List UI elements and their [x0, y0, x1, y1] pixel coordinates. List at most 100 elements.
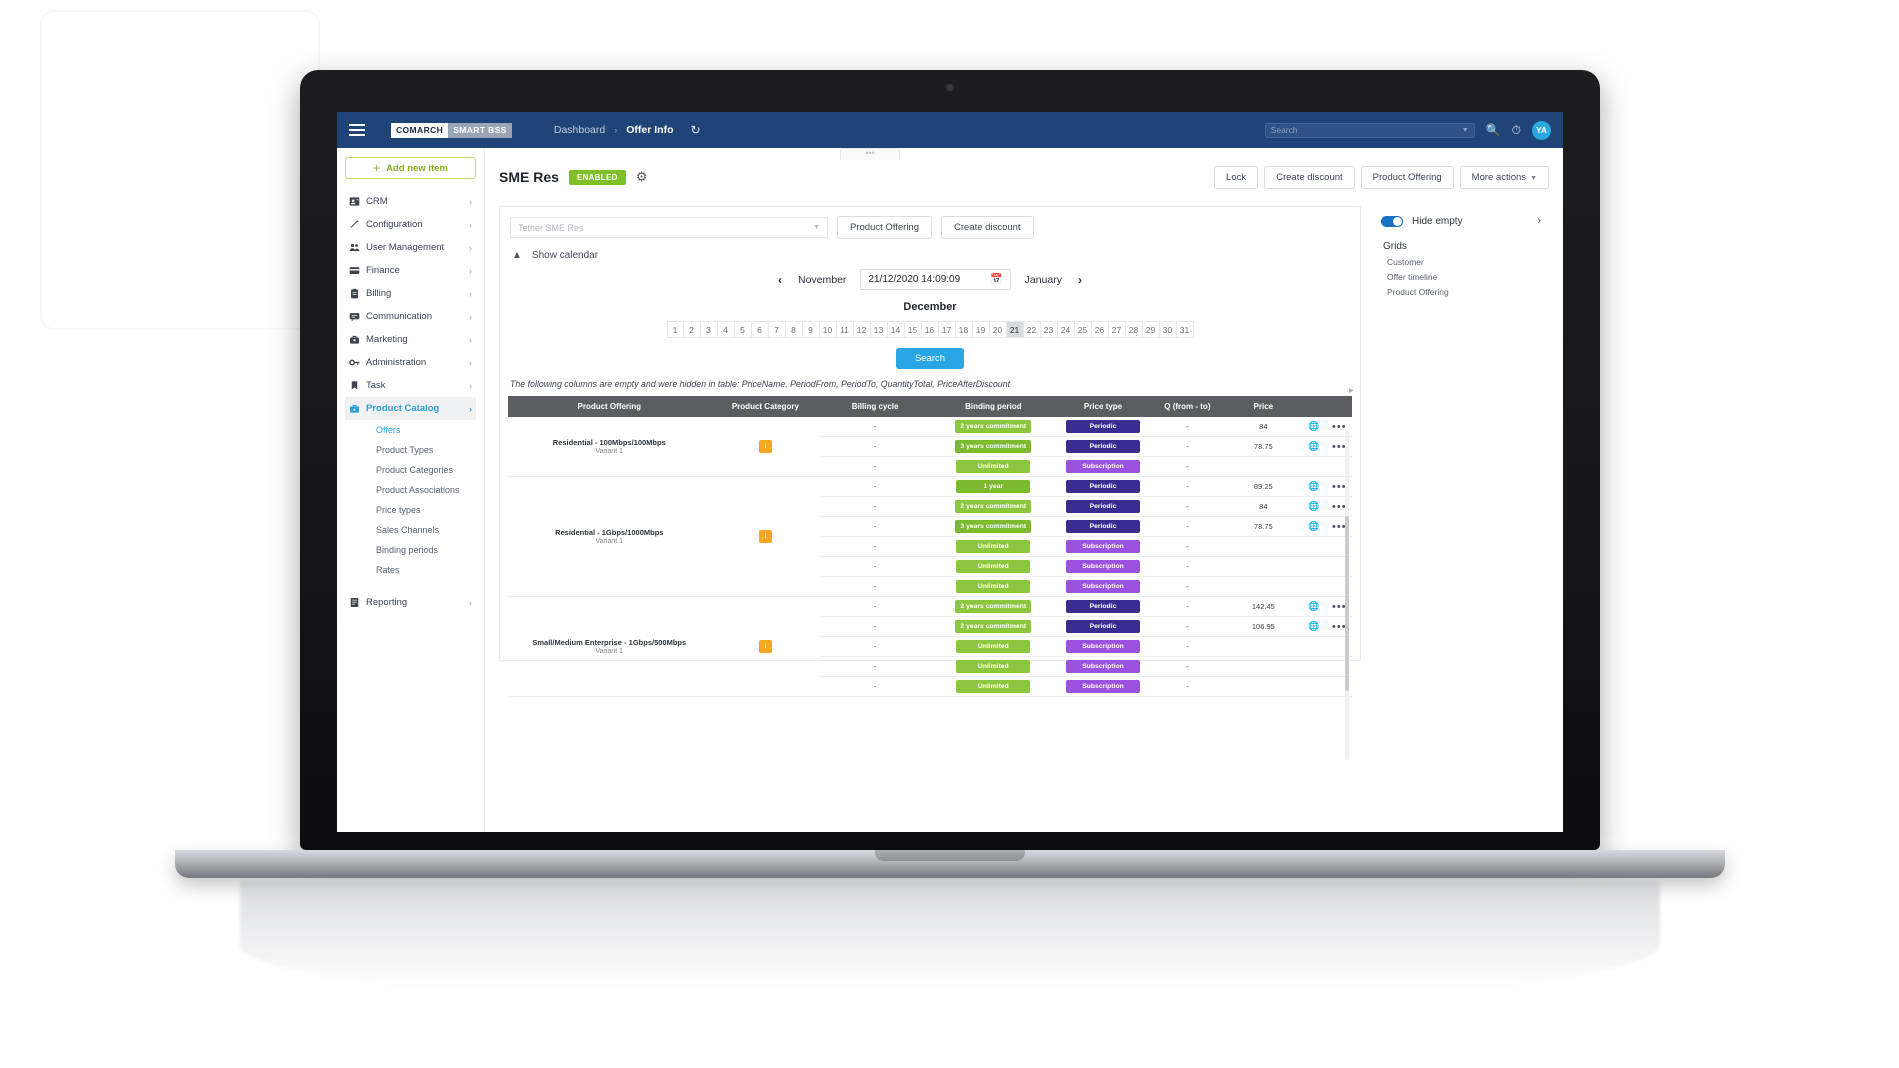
globe-icon[interactable]: 🌐	[1308, 421, 1319, 431]
calendar-day[interactable]: 24	[1057, 321, 1075, 338]
menu-toggle-icon[interactable]	[349, 124, 365, 136]
calendar-day[interactable]: 4	[717, 321, 735, 338]
table-row[interactable]: Residential - 1Gbps/1000Mbps Variant 1 i - 1…	[508, 476, 1352, 597]
calendar-day[interactable]: 20	[989, 321, 1007, 338]
calendar-day[interactable]: 18	[955, 321, 973, 338]
next-month-label[interactable]: January	[1016, 274, 1071, 286]
chevron-right-icon[interactable]: ›	[1537, 215, 1541, 227]
lock-button[interactable]: Lock	[1214, 165, 1259, 189]
sidebar-item-crm[interactable]: CRM ›	[345, 190, 476, 213]
sidebar-subitem-binding-periods[interactable]: Binding periods	[345, 540, 476, 560]
grid-link-offer-timeline[interactable]: Offer timeline	[1373, 267, 1549, 282]
sidebar-subitem-sales-channels[interactable]: Sales Channels	[345, 520, 476, 540]
sidebar-item-marketing[interactable]: Marketing ›	[345, 328, 476, 351]
grid-column-header[interactable]: Q (from - to)	[1149, 396, 1226, 417]
table-row[interactable]: Small/Medium Enterprise - 1Gbps/500Mbps V…	[508, 596, 1352, 697]
sidebar-subitem-product-types[interactable]: Product Types	[345, 440, 476, 460]
panel-product-offering-button[interactable]: Product Offering	[837, 216, 933, 239]
sidebar-item-configuration[interactable]: Configuration ›	[345, 213, 476, 236]
grid-column-header[interactable]: Billing cycle	[820, 396, 930, 417]
calendar-day[interactable]: 21	[1006, 321, 1024, 338]
product-offering-button[interactable]: Product Offering	[1360, 165, 1454, 189]
grid-column-header[interactable]: Product Offering	[508, 396, 711, 417]
calendar-day[interactable]: 17	[938, 321, 956, 338]
show-calendar-toggle[interactable]: ▲ Show calendar	[500, 239, 1360, 261]
calendar-day[interactable]: 3	[700, 321, 718, 338]
add-new-item-button[interactable]: + Add new item	[345, 157, 476, 179]
calendar-day[interactable]: 10	[819, 321, 837, 338]
calendar-day[interactable]: 9	[802, 321, 820, 338]
calendar-day[interactable]: 6	[751, 321, 769, 338]
avatar[interactable]: YA	[1532, 120, 1551, 140]
grid-column-header[interactable]: Price	[1225, 396, 1302, 417]
prev-month-label[interactable]: November	[789, 274, 855, 286]
grid-scrollbar-thumb[interactable]	[1345, 516, 1349, 691]
product-category-badge[interactable]: i	[758, 440, 772, 453]
product-category-badge[interactable]: i	[758, 530, 772, 543]
calendar-day[interactable]: 29	[1142, 321, 1160, 338]
sidebar-item-administration[interactable]: Administration ›	[345, 351, 476, 374]
sidebar-item-reporting[interactable]: Reporting ›	[345, 591, 476, 614]
sidebar-item-product-catalog[interactable]: Product Catalog ›	[345, 397, 476, 420]
gear-icon[interactable]: ⚙	[636, 169, 648, 185]
calendar-day[interactable]: 28	[1125, 321, 1143, 338]
calendar-day[interactable]: 14	[887, 321, 905, 338]
refresh-icon[interactable]: ↻	[690, 123, 700, 137]
sidebar-item-communication[interactable]: Communication ›	[345, 305, 476, 328]
calendar-day[interactable]: 13	[870, 321, 888, 338]
tether-select[interactable]: Tether SME Res ▼	[510, 217, 828, 238]
sidebar-item-task[interactable]: Task ›	[345, 374, 476, 397]
product-category-badge[interactable]: i	[758, 640, 772, 653]
search-button[interactable]: Search	[895, 348, 965, 369]
sidebar-item-finance[interactable]: Finance ›	[345, 259, 476, 282]
globe-icon[interactable]: 🌐	[1308, 621, 1319, 631]
global-search-input[interactable]: Search ▼	[1264, 122, 1475, 138]
tab-handle[interactable]: •••	[840, 148, 900, 160]
hide-empty-toggle[interactable]	[1381, 215, 1403, 227]
calendar-day[interactable]: 26	[1091, 321, 1109, 338]
table-row[interactable]: Residential - 100Mbps/100Mbps Variant 1 i -…	[508, 417, 1352, 477]
calendar-day[interactable]: 27	[1108, 321, 1126, 338]
calendar-day[interactable]: 1	[666, 321, 684, 338]
grid-link-product-offering[interactable]: Product Offering	[1373, 282, 1549, 297]
sidebar-item-billing[interactable]: Billing ›	[345, 282, 476, 305]
more-actions-button[interactable]: More actions ▼	[1459, 165, 1549, 189]
calendar-day[interactable]: 7	[768, 321, 786, 338]
calendar-day[interactable]: 5	[734, 321, 752, 338]
calendar-day[interactable]: 11	[836, 321, 854, 338]
calendar-day[interactable]: 2	[683, 321, 701, 338]
globe-icon[interactable]: 🌐	[1308, 601, 1319, 611]
search-icon[interactable]: 🔍	[1486, 123, 1501, 137]
calendar-day[interactable]: 8	[785, 321, 803, 338]
next-month-icon[interactable]: ›	[1071, 273, 1089, 287]
sidebar-item-user-management[interactable]: User Management ›	[345, 236, 476, 259]
breadcrumb-dashboard[interactable]: Dashboard	[554, 124, 605, 136]
date-input[interactable]: 21/12/2020 14:09:09 📅	[860, 269, 1011, 290]
calendar-icon[interactable]: 📅	[990, 274, 1002, 285]
sidebar-subitem-rates[interactable]: Rates	[345, 560, 476, 580]
prev-month-icon[interactable]: ‹	[771, 273, 789, 287]
breadcrumb-offer-info[interactable]: Offer Info	[626, 124, 673, 136]
sidebar-subitem-offers[interactable]: Offers	[345, 420, 476, 440]
grid-column-header[interactable]: Price type	[1056, 396, 1150, 417]
grid-column-header[interactable]: Binding period	[929, 396, 1057, 417]
globe-icon[interactable]: 🌐	[1308, 441, 1319, 451]
calendar-day[interactable]: 15	[904, 321, 922, 338]
sidebar-subitem-product-associations[interactable]: Product Associations	[345, 480, 476, 500]
calendar-day[interactable]: 12	[853, 321, 871, 338]
panel-create-discount-button[interactable]: Create discount	[941, 216, 1034, 239]
calendar-day[interactable]: 25	[1074, 321, 1092, 338]
calendar-day[interactable]: 19	[972, 321, 990, 338]
globe-icon[interactable]: 🌐	[1308, 501, 1319, 511]
grid-link-customer[interactable]: Customer	[1373, 252, 1549, 267]
history-icon[interactable]: ⏱	[1512, 123, 1521, 138]
create-discount-button[interactable]: Create discount	[1264, 165, 1355, 189]
grid-column-header[interactable]: Product Category	[710, 396, 821, 417]
grid-scroll-indicator[interactable]: ▶	[1349, 387, 1356, 394]
sidebar-subitem-product-categories[interactable]: Product Categories	[345, 460, 476, 480]
sidebar-subitem-price-types[interactable]: Price types	[345, 500, 476, 520]
calendar-day[interactable]: 30	[1159, 321, 1177, 338]
calendar-day[interactable]: 23	[1040, 321, 1058, 338]
globe-icon[interactable]: 🌐	[1308, 521, 1319, 531]
globe-icon[interactable]: 🌐	[1308, 481, 1319, 491]
